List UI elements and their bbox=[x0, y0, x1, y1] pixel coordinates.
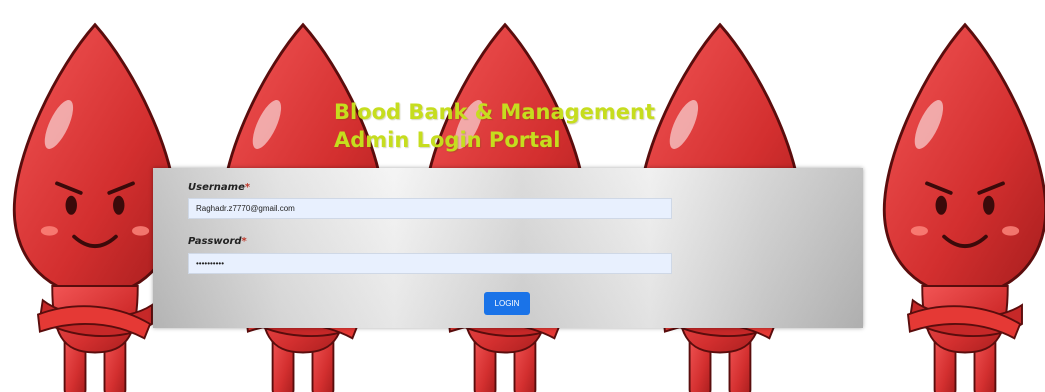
required-mark: * bbox=[241, 236, 247, 247]
required-mark: * bbox=[244, 182, 251, 193]
login-button[interactable]: LOGIN bbox=[484, 292, 530, 315]
page-title: Blood Bank & Management Admin Login Port… bbox=[334, 98, 655, 154]
page-title-line1: Blood Bank & Management bbox=[334, 100, 656, 124]
username-field[interactable] bbox=[188, 198, 672, 219]
password-label: Password* bbox=[188, 236, 247, 247]
password-field[interactable] bbox=[188, 253, 672, 274]
username-label: Username* bbox=[188, 182, 251, 193]
page-title-line2: Admin Login Portal bbox=[334, 128, 561, 152]
